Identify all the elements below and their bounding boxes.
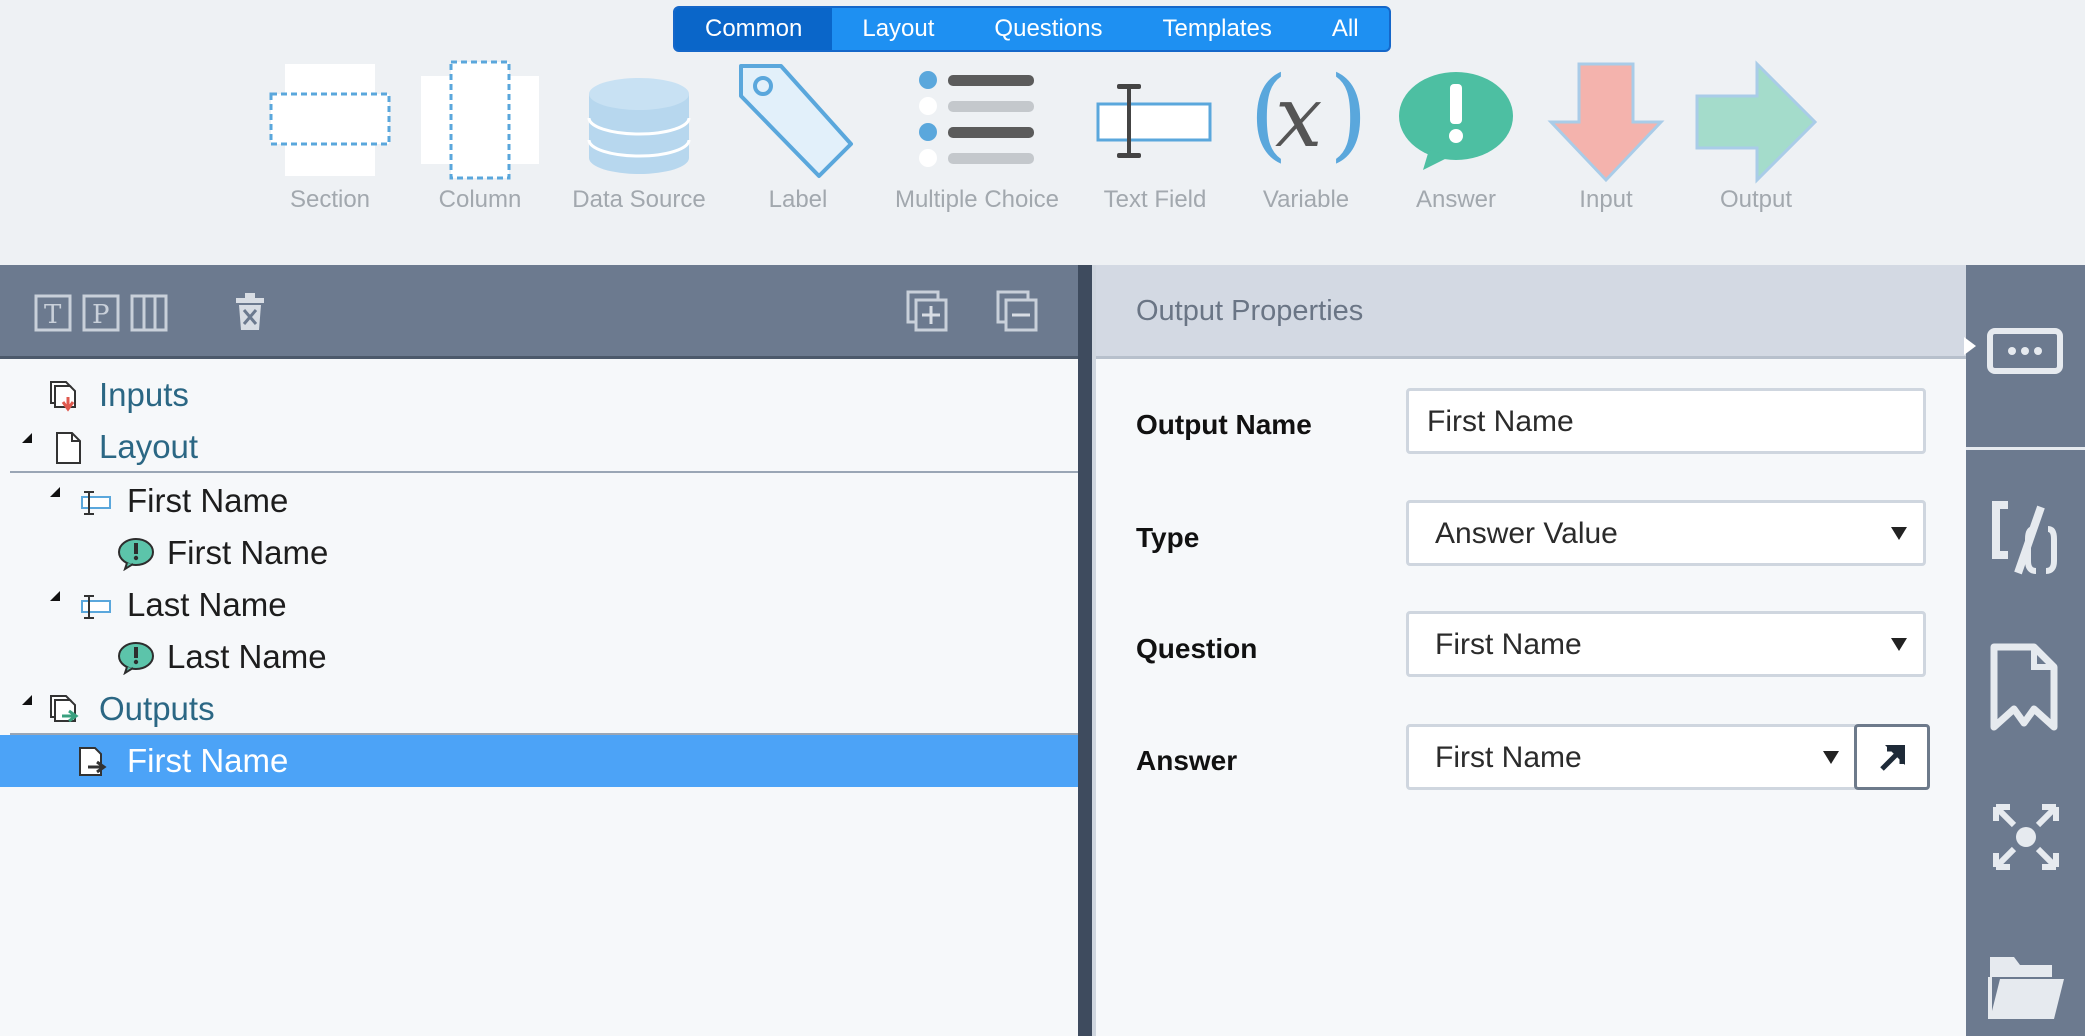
tree-item-first-name-field[interactable]: First Name [0, 475, 1078, 527]
chevron-down-icon [1823, 751, 1839, 764]
go-to-answer-button[interactable] [1854, 724, 1930, 790]
outputs-icon [48, 693, 82, 727]
chevron-down-icon [1891, 638, 1907, 651]
expand-triangle-icon[interactable] [22, 433, 32, 443]
question-value: First Name [1435, 628, 1582, 661]
svg-text:): ) [1329, 58, 1368, 172]
toolbox-tabs: Common Layout Questions Templates All [673, 6, 1391, 52]
expand-triangle-icon[interactable] [50, 487, 60, 497]
expand-triangle-icon[interactable] [50, 591, 60, 601]
question-label: Question [1136, 633, 1258, 664]
properties-title: Output Properties [1136, 295, 1364, 327]
variable-icon: ( x ) [1231, 58, 1381, 186]
tree-item-outputs[interactable]: Outputs [0, 683, 1078, 735]
tree-toolbar: T P [0, 265, 1078, 359]
textbox-icon[interactable] [1966, 301, 2085, 411]
toolbox: Common Layout Questions Templates All Se… [0, 0, 2085, 265]
expand-all-icon[interactable] [906, 290, 950, 334]
tree-item-first-name-output[interactable]: First Name [0, 735, 1078, 787]
properties-panel: Output Properties Output Name First Name… [1092, 265, 1970, 1036]
tree-item-inputs[interactable]: Inputs [0, 369, 1078, 421]
text-field-icon [78, 589, 112, 623]
tool-column[interactable]: Column [405, 58, 555, 218]
tab-questions[interactable]: Questions [964, 8, 1132, 50]
tab-layout[interactable]: Layout [832, 8, 964, 50]
tree-panel: T P Inputs Layout First Name First Name … [0, 265, 1078, 1036]
bookmark-icon[interactable] [1966, 625, 2085, 735]
tool-output[interactable]: Output [1681, 58, 1831, 218]
list-icon [902, 58, 1052, 186]
rail-divider [1966, 447, 2085, 450]
tag-icon [723, 58, 873, 186]
side-rail [1964, 265, 2085, 1036]
tab-common[interactable]: Common [675, 8, 833, 50]
chevron-down-icon [1891, 527, 1907, 540]
section-icon [255, 58, 405, 186]
folder-icon[interactable] [1966, 925, 2085, 1035]
tab-templates[interactable]: Templates [1132, 8, 1301, 50]
prompt-mode-icon[interactable]: P [82, 290, 122, 334]
text-mode-icon[interactable]: T [34, 290, 74, 334]
answer-icon [117, 537, 154, 572]
tree-separator [10, 471, 1078, 473]
type-value: Answer Value [1435, 517, 1618, 550]
tree-item-first-name-answer[interactable]: First Name [0, 527, 1078, 579]
database-icon [564, 58, 714, 186]
panel-splitter[interactable] [1078, 265, 1092, 1036]
properties-header: Output Properties [1096, 265, 1970, 359]
output-name-value: First Name [1427, 405, 1574, 438]
expand-triangle-icon[interactable] [22, 695, 32, 705]
svg-text:P: P [92, 300, 110, 330]
output-name-label: Output Name [1136, 409, 1312, 440]
speech-bubble-icon [1381, 58, 1531, 186]
tool-label[interactable]: Label [723, 58, 873, 218]
answer-icon [117, 641, 154, 676]
jump-arrow-icon [1880, 745, 1905, 771]
tool-data-source[interactable]: Data Source [564, 58, 714, 218]
output-icon [76, 745, 110, 779]
tab-all[interactable]: All [1302, 8, 1389, 50]
answer-select[interactable]: First Name [1406, 724, 1858, 790]
type-label: Type [1136, 522, 1200, 553]
tree-item-last-name-answer[interactable]: Last Name [0, 631, 1078, 683]
type-select[interactable]: Answer Value [1406, 500, 1926, 566]
code-icon[interactable] [1966, 481, 2085, 591]
arrow-down-icon [1531, 58, 1681, 186]
column-icon [405, 58, 555, 186]
svg-text:T: T [44, 300, 62, 330]
output-name-field[interactable]: First Name [1406, 388, 1926, 454]
column-mode-icon[interactable] [130, 290, 170, 334]
delete-icon[interactable] [232, 290, 268, 334]
inputs-icon [48, 379, 82, 413]
collapse-all-icon[interactable] [996, 290, 1040, 334]
question-select[interactable]: First Name [1406, 611, 1926, 677]
arrow-right-icon [1681, 58, 1831, 186]
svg-text:x: x [1275, 68, 1322, 166]
text-field-icon [1080, 58, 1230, 186]
answer-label: Answer [1136, 745, 1238, 776]
tool-multiple-choice[interactable]: Multiple Choice [895, 58, 1059, 218]
tree-item-last-name-field[interactable]: Last Name [0, 579, 1078, 631]
answer-value: First Name [1435, 741, 1582, 774]
tree-item-layout[interactable]: Layout [0, 421, 1078, 473]
page-icon [52, 431, 86, 465]
text-field-icon [78, 485, 112, 519]
arrange-icon[interactable] [1966, 777, 2085, 887]
